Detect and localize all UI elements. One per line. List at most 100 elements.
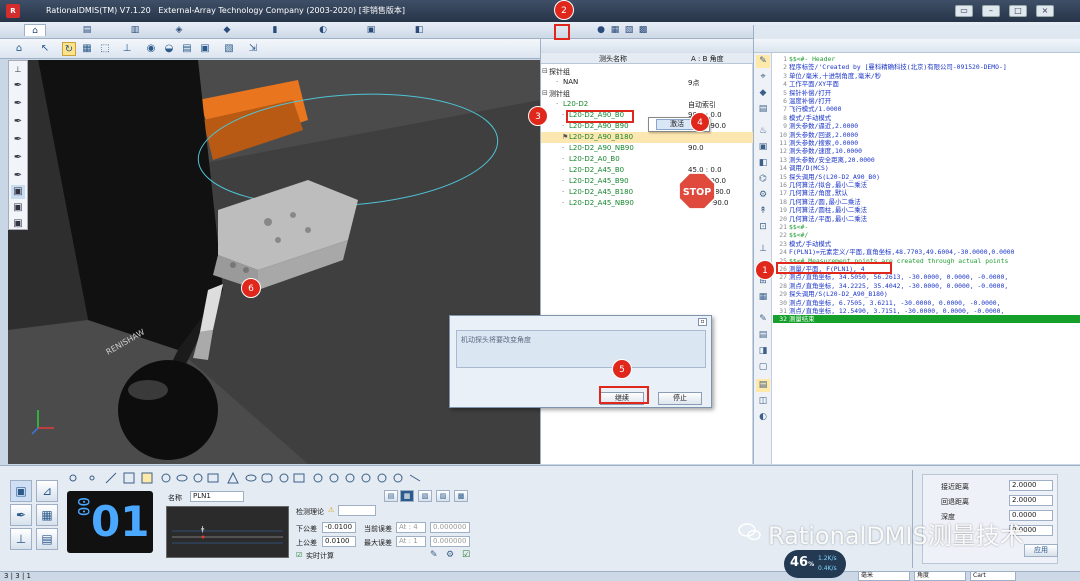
probe-tool-5-icon[interactable]: ✒ [11, 151, 25, 165]
code-line[interactable]: 1 $$<#- Header [773, 55, 1080, 63]
side-tool-11-icon[interactable]: ⊡ [756, 221, 770, 234]
detect-field[interactable] [338, 505, 376, 516]
stop-button[interactable]: 停止 [658, 392, 702, 405]
edit-icon[interactable]: ✎ [430, 550, 438, 560]
tab-7[interactable]: ◐ [316, 24, 330, 36]
side-tool-21-icon[interactable]: ◫ [756, 395, 770, 408]
code-line[interactable]: 8 模式/手动模式 [773, 114, 1080, 122]
probe-tool-1-icon[interactable]: ✒ [11, 79, 25, 93]
stop-sign-icon[interactable]: STOP [678, 172, 716, 210]
tab-2[interactable]: ▤ [80, 24, 94, 36]
probe-tree-row[interactable]: ·L20-D2_A45_B9045.0 : 90.0 [541, 176, 753, 187]
side-tool-22-icon[interactable]: ◐ [756, 411, 770, 424]
side-tool-10-icon[interactable]: ↟ [756, 205, 770, 218]
code-line[interactable]: 31 测点/直角坐标, 12.5490, 3.7151, -30.0000, 0.… [773, 307, 1080, 315]
side-tool-18-icon[interactable]: ◨ [756, 345, 770, 358]
realtime-checkbox[interactable]: ☑ [296, 551, 302, 559]
probe-tree-row[interactable]: · NAN 9点 [541, 77, 753, 88]
side-tool-8-icon[interactable]: ⌬ [756, 173, 770, 186]
code-line[interactable]: 2 程序标签/'Created by [曼科精确科技(北京)有限公司-091520… [773, 63, 1080, 71]
pointer-icon[interactable]: ↖ [38, 42, 52, 56]
tab-3[interactable]: ▥ [128, 24, 142, 36]
side-tool-9-icon[interactable]: ⚙ [756, 189, 770, 202]
align-mode-icon[interactable]: ⊿ [36, 480, 58, 502]
code-line[interactable]: 21 $$<#- [773, 223, 1080, 231]
probe-tree-row[interactable]: ⊟ 探针组 [541, 66, 753, 77]
maximize-button[interactable]: □ [1009, 5, 1027, 17]
apply-button[interactable]: 应用 [1024, 544, 1058, 557]
probe-tree-row[interactable]: ⊟ 测针组 [541, 88, 753, 99]
probe-tree-row[interactable]: · L20-D2 自动索引 [541, 99, 753, 110]
probe-tool-3-icon[interactable]: ✒ [11, 115, 25, 129]
side-tool-19-icon[interactable]: ▢ [756, 361, 770, 374]
code-line[interactable]: 3 单位/毫米,十进制角度,毫米/秒 [773, 72, 1080, 80]
side-tool-7-icon[interactable]: ◧ [756, 157, 770, 170]
tool-d-icon[interactable]: ▨ [436, 490, 450, 502]
tool-c-icon[interactable]: ▧ [418, 490, 432, 502]
probe-tree-row[interactable]: · L20-D2_A90_NB90 90.0 [541, 143, 753, 154]
code-line[interactable]: 32 测量结束 [773, 315, 1080, 324]
unit-select[interactable]: 毫米 [858, 571, 910, 581]
side-tool-1-icon[interactable]: ✎ [756, 55, 770, 68]
grid-icon[interactable]: ▦ [80, 42, 94, 56]
pin-icon[interactable]: ⊥ [11, 63, 25, 77]
window-icon-button[interactable]: ▭ [955, 5, 973, 17]
upper-tol-field[interactable]: 0.0100 [322, 536, 356, 547]
rotate-icon[interactable]: ↻ [62, 42, 76, 56]
probe-tool-8-icon[interactable]: ▣ [11, 201, 25, 215]
coord-select[interactable]: Cart [970, 571, 1016, 581]
probe-tool-2-icon[interactable]: ✒ [11, 97, 25, 111]
side-tool-17-icon[interactable]: ▤ [756, 329, 770, 342]
lower-tol-field[interactable]: -0.0100 [322, 522, 356, 533]
close-button[interactable]: × [1036, 5, 1054, 17]
dmis-code-editor[interactable]: 1 $$<#- Header 2 程序标签/'Created by [曼科精确科技(北… [773, 53, 1080, 464]
code-line[interactable]: 15 探头调用/S(L20-D2_A90_B0) [773, 173, 1080, 181]
side-tool-5-icon[interactable]: ♨ [756, 125, 770, 138]
tab-probe-2[interactable]: ▦ [608, 24, 622, 36]
tab-probe-3[interactable]: ▧ [622, 24, 636, 36]
tab-probe-1[interactable]: ● [594, 24, 608, 36]
tool-a-icon[interactable]: ▤ [384, 490, 398, 502]
side-tool-12-icon[interactable]: ⊥ [756, 243, 770, 256]
confirm-checkbox-icon[interactable]: ☑ [462, 550, 470, 560]
export-icon[interactable]: ⇲ [246, 42, 260, 56]
image-icon[interactable]: ▧ [222, 42, 236, 56]
angle-select[interactable]: 角度 [914, 571, 966, 581]
side-tool-6-icon[interactable]: ▣ [756, 141, 770, 154]
eye-icon[interactable]: ◉ [144, 42, 158, 56]
probe-tool-4-icon[interactable]: ✒ [11, 133, 25, 147]
tool-e-icon[interactable]: ▩ [454, 490, 468, 502]
tab-9[interactable]: ◧ [412, 24, 426, 36]
settings-icon[interactable]: ⚙ [446, 550, 454, 560]
code-line[interactable]: 27 测点/直角坐标, 34.5050, 56.2613, -30.0000, 0… [773, 273, 1080, 281]
probe-tool-6-icon[interactable]: ✒ [11, 169, 25, 183]
code-line[interactable]: 19 几何算法/圆柱,最小二乘法 [773, 206, 1080, 214]
code-line[interactable]: 5 探针补偿/打开 [773, 89, 1080, 97]
code-line[interactable]: 17 几何算法/角度,默认 [773, 189, 1080, 197]
side-tool-3-icon[interactable]: ◆ [756, 87, 770, 100]
probe-tree-row[interactable]: · L20-D2_A0_B0 [541, 154, 753, 165]
side-tool-15-icon[interactable]: ▦ [756, 291, 770, 304]
code-line[interactable]: 24 F(PLN1)=元素定义/平面,直角坐标,48.7703,49.6004,-… [773, 248, 1080, 256]
probe-tree-row[interactable]: ⚑ L20-D2_A90_B180 [541, 132, 753, 143]
param-value-field[interactable]: 2.0000 [1009, 480, 1053, 491]
code-line[interactable]: 18 几何算法/圆,最小二乘法 [773, 198, 1080, 206]
tab-8[interactable]: ▣ [364, 24, 378, 36]
axis-mode-icon[interactable]: ⊥ [10, 528, 32, 550]
code-line[interactable]: 30 测点/直角坐标, 6.7505, 3.6211, -30.0000, 0.0… [773, 299, 1080, 307]
side-tool-20-icon[interactable]: ▤ [756, 379, 770, 392]
code-line[interactable]: 13 测头参数/安全距离,20.0000 [773, 156, 1080, 164]
part-mode-icon[interactable]: ▦ [36, 504, 58, 526]
code-line[interactable]: 20 几何算法/平面,最小二乘法 [773, 215, 1080, 223]
probe-tool-9-icon[interactable]: ▣ [11, 217, 25, 231]
code-line[interactable]: 4 工作平面/XY平面 [773, 80, 1080, 88]
side-tool-2-icon[interactable]: ⌖ [756, 71, 770, 84]
dialog-close-button[interactable]: ▫ [698, 318, 707, 326]
code-line[interactable]: 14 调用/D(MCS) [773, 164, 1080, 172]
code-line[interactable]: 10 测头参数/回退,2.0000 [773, 131, 1080, 139]
table-icon[interactable]: ▤ [180, 42, 194, 56]
probe-icon[interactable]: ◒ [162, 42, 176, 56]
tab-5[interactable]: ◆ [220, 24, 234, 36]
tool-b-icon[interactable]: ▦ [400, 490, 414, 502]
tab-4[interactable]: ◈ [172, 24, 186, 36]
